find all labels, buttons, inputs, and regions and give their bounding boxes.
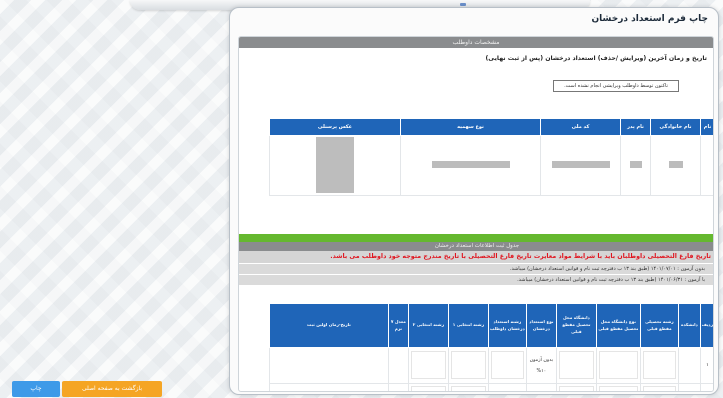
applicant-section-header: مشخصات داوطلب	[239, 37, 713, 48]
row-index: ۲	[699, 383, 713, 391]
empty-value	[642, 385, 677, 391]
col-prev-major: رشته تحصیلی مقطع قبلی	[639, 303, 679, 348]
empty-value	[450, 350, 486, 379]
table-cell	[650, 135, 701, 196]
talent-field-value: ...	[487, 383, 527, 391]
table-cell	[387, 383, 409, 391]
note-without-exam: بدون آزمون : ۱۴۰۱/۰۷/۰۱ (طبق بند ۱۳ ب دف…	[239, 264, 713, 274]
table-cell	[677, 347, 701, 384]
talent-type-cell: بدون آزمون %۱۰	[525, 347, 557, 384]
col-faculty: دانشکده	[677, 303, 701, 348]
table-cell	[407, 347, 449, 384]
col-choice-1: رشته انتخابی ۱	[447, 303, 489, 348]
table-cell	[555, 347, 597, 384]
print-form-panel: چاپ فرم استعداد درخشان مشخصات داوطلب تار…	[229, 7, 719, 395]
table-row: ۲ با آزمون %۱۰ ...	[269, 383, 713, 391]
talent-section-header: جدول ثبت اطلاعات استعداد درخشان	[239, 242, 713, 251]
empty-value	[599, 385, 638, 391]
col-prev-univ: دانشگاه محل تحصیل مقطع قبلی	[555, 303, 597, 348]
table-cell	[447, 347, 489, 384]
page-title: چاپ فرم استعداد درخشان	[591, 14, 709, 24]
empty-value	[410, 385, 446, 391]
empty-value	[410, 350, 446, 379]
talent-table-header: ردیف دانشکده رشته تحصیلی مقطع قبلی نوع د…	[269, 303, 713, 348]
empty-value	[599, 350, 638, 379]
redacted-value	[629, 161, 642, 168]
table-cell	[639, 383, 679, 391]
talent-type-value: بدون آزمون	[529, 357, 554, 363]
table-row: ۱ بدون آزمون %۱۰	[269, 347, 713, 384]
redacted-value	[668, 161, 683, 168]
empty-value	[450, 385, 486, 391]
empty-value	[490, 350, 525, 379]
table-cell	[700, 135, 713, 196]
redacted-value	[431, 161, 510, 168]
table-cell	[620, 135, 651, 196]
form-content: مشخصات داوطلب تاریخ و زمان آخرین (ویرایش…	[238, 36, 714, 392]
table-cell	[540, 135, 621, 196]
table-cell	[447, 383, 489, 391]
table-cell	[487, 347, 527, 384]
talent-table: ردیف دانشکده رشته تحصیلی مقطع قبلی نوع د…	[269, 303, 713, 391]
table-cell	[269, 135, 401, 196]
table-cell	[387, 347, 409, 384]
table-cell	[555, 383, 597, 391]
table-cell	[595, 383, 641, 391]
table-cell	[269, 347, 389, 384]
table-cell	[407, 383, 449, 391]
table-cell	[595, 347, 641, 384]
empty-value	[558, 385, 594, 391]
talent-percent-value: %۱۰	[536, 368, 547, 374]
col-row: ردیف	[699, 303, 713, 348]
col-last-name: نام خانوادگی	[650, 118, 701, 136]
note-with-exam: با آزمون : ۱۴۰۱/۰۶/۳۱ (طبق بند ۱۳ ب دفتر…	[239, 275, 713, 285]
col-first-registration: تاریخ-زمان اولین ثبت	[269, 303, 389, 348]
table-row	[269, 135, 713, 196]
table-cell	[269, 383, 389, 391]
talent-type-value: با آزمون %۱۰	[525, 383, 557, 391]
col-photo: عکس پرسنلی	[269, 118, 401, 136]
col-first-name: نام	[700, 118, 713, 136]
applicant-photo	[316, 136, 354, 193]
edit-status-box: تاکنون توسط داوطلب ویرایشی انجام نشده اس…	[553, 80, 679, 92]
section-divider	[239, 234, 713, 242]
empty-value	[642, 350, 677, 379]
back-to-home-button[interactable]: بازگشت به صفحه اصلی	[62, 381, 162, 397]
col-choice-2: رشته انتخابی ۲	[407, 303, 449, 348]
applicant-table: نام نام خانوادگی نام پدر کد ملی نوع سهمی…	[269, 118, 713, 196]
col-national-code: کد ملی	[540, 118, 621, 136]
table-cell	[639, 347, 679, 384]
redacted-value	[551, 161, 610, 168]
last-edit-date-title: تاریخ و زمان آخرین (ویرایش /حذف) استعداد…	[485, 55, 707, 62]
applicant-table-header: نام نام خانوادگی نام پدر کد ملی نوع سهمی…	[269, 118, 713, 136]
table-cell	[400, 135, 541, 196]
col-talent-type: نوع استعداد درخشان	[525, 303, 557, 348]
col-talent-field: رشته استعداد درخشان داوطلب	[487, 303, 527, 348]
col-quota-type: نوع سهمیه	[400, 118, 541, 136]
col-father-name: نام پدر	[620, 118, 651, 136]
print-button[interactable]: چاپ	[12, 381, 60, 397]
col-prev-univ-type: نوع دانشگاه محل تحصیل مقطع قبلی	[595, 303, 641, 348]
empty-value	[558, 350, 594, 379]
graduation-warning: تاریخ فارغ التحصیلی داوطلبان باید با شرا…	[239, 251, 713, 263]
header-indicator	[460, 3, 466, 6]
table-cell	[677, 383, 701, 391]
row-index: ۱	[699, 347, 713, 384]
col-gpa: معدل ۷ ترم	[387, 303, 409, 348]
